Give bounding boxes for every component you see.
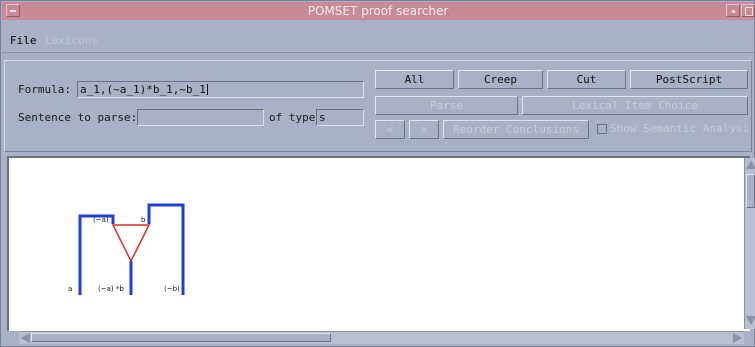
title-bar[interactable]: POMSET proof searcher — [2, 2, 755, 20]
proof-net-diagram: (~a) b a (~a) *b (~b) — [68, 203, 185, 295]
vertical-scrollbar[interactable] — [744, 158, 755, 329]
label-b-premise: b — [141, 216, 146, 224]
lexical-item-choice-button[interactable]: Lexical Item Choice — [522, 96, 748, 115]
window-title: POMSET proof searcher — [307, 4, 449, 18]
cut-button[interactable]: Cut — [547, 70, 626, 89]
formula-value: a_1,(~a_1)*b_1,~b_1 — [80, 83, 206, 96]
reorder-conclusions-button[interactable]: Reorder Conclusions — [443, 120, 589, 139]
label-neg-b: (~b) — [164, 285, 180, 293]
tensor-link — [111, 224, 151, 263]
menu-lexicons[interactable]: Lexicons — [45, 34, 98, 47]
horizontal-scroll-thumb[interactable] — [31, 333, 331, 342]
formula-input[interactable]: a_1,(~a_1)*b_1,~b_1 — [77, 81, 364, 98]
minimize-icon[interactable] — [726, 4, 740, 17]
horizontal-scrollbar[interactable] — [19, 331, 744, 344]
menu-bar: File Lexicons — [2, 20, 754, 53]
next-button[interactable]: > — [409, 120, 439, 139]
label-neg-a-premise: (~a) — [93, 216, 109, 224]
type-input[interactable]: s — [316, 109, 364, 126]
scroll-left-icon[interactable] — [21, 333, 30, 343]
prev-button[interactable]: < — [375, 120, 405, 139]
scroll-down-icon[interactable] — [746, 316, 755, 325]
creep-button[interactable]: Creep — [458, 70, 543, 89]
all-button[interactable]: All — [375, 70, 454, 89]
scroll-up-icon[interactable] — [746, 160, 755, 169]
sentence-label: Sentence to parse: — [18, 111, 138, 124]
postscript-button[interactable]: PostScript — [630, 70, 748, 89]
formula-label: Formula: — [18, 83, 71, 96]
semantic-analysis-checkbox[interactable] — [597, 124, 607, 134]
semantic-analysis-label[interactable]: Show Semantic Analysis — [607, 120, 748, 139]
parse-button[interactable]: Parse — [375, 96, 518, 115]
sentence-input[interactable] — [137, 109, 264, 126]
text-caret — [206, 84, 208, 95]
menu-file[interactable]: File — [10, 34, 37, 47]
app-window: POMSET proof searcher File Lexicons Form… — [0, 0, 755, 347]
axiom-link-b — [147, 203, 185, 295]
type-label: of type: — [269, 111, 322, 124]
maximize-icon[interactable] — [741, 4, 755, 17]
scroll-right-icon[interactable] — [733, 333, 742, 343]
vertical-scroll-thumb[interactable] — [746, 174, 755, 208]
proof-canvas[interactable]: (~a) b a (~a) *b (~b) — [7, 156, 750, 331]
label-neg-a-times-b: (~a) *b — [98, 285, 124, 293]
label-a: a — [68, 285, 72, 293]
axiom-link-a — [78, 214, 115, 295]
